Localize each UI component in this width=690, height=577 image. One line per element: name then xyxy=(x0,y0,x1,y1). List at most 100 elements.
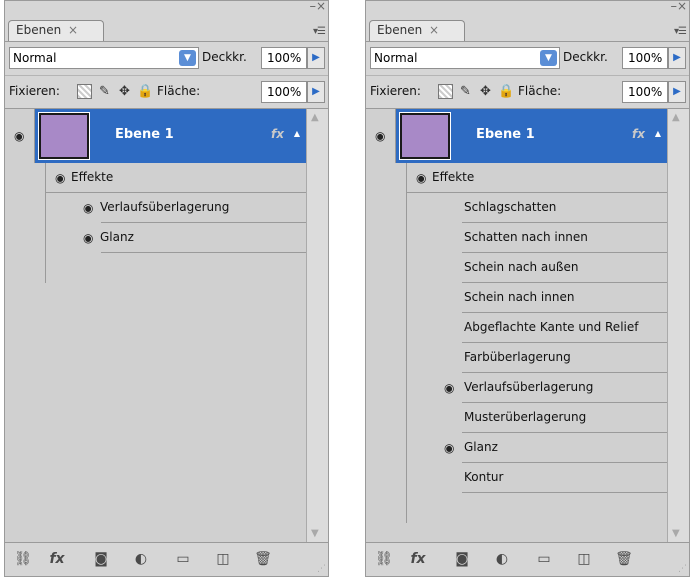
fx-icon[interactable]: fx xyxy=(271,127,284,141)
eye-icon[interactable]: ◉ xyxy=(444,441,454,455)
layer-name: Ebene 1 xyxy=(476,127,535,142)
eye-icon[interactable]: ◉ xyxy=(83,231,93,245)
eye-icon: ◉ xyxy=(14,129,25,143)
chevron-down-icon[interactable]: ▼ xyxy=(540,50,557,66)
layers-scrollbar[interactable]: ▲ ▼ xyxy=(306,108,328,542)
new-layer-icon[interactable]: ◫ xyxy=(574,551,594,567)
eye-icon[interactable]: ◉ xyxy=(83,201,93,215)
effect-row[interactable]: Schein nach außen xyxy=(366,253,667,283)
effect-row[interactable]: ◉ Glanz xyxy=(366,433,667,463)
blend-mode-value: Normal xyxy=(374,51,418,65)
tab-ebenen[interactable]: Ebenen × xyxy=(8,20,104,42)
fill-value: 100% xyxy=(267,85,302,99)
layer-row-ebene-1[interactable]: ◉ Ebene 1 fx ▲ xyxy=(5,109,306,163)
effects-header-row[interactable]: ◉ Effekte xyxy=(366,163,667,193)
lock-all-icon[interactable]: 🔒 xyxy=(498,84,514,99)
adjustment-layer-icon[interactable]: ◐ xyxy=(492,551,512,567)
chevron-down-icon[interactable]: ▼ xyxy=(179,50,196,66)
new-layer-icon[interactable]: ◫ xyxy=(213,551,233,567)
panel-footer: ⛓ fx ◙ ◐ ▭ ◫ 🗑 ⋰ xyxy=(5,542,328,576)
tab-close-icon[interactable]: × xyxy=(68,23,78,37)
adjustment-layer-icon[interactable]: ◐ xyxy=(131,551,151,567)
effect-row[interactable]: ◉ Verlaufsüberlagerung xyxy=(5,193,306,223)
effect-label: Abgeflachte Kante und Relief xyxy=(464,320,639,334)
trash-icon[interactable]: 🗑 xyxy=(614,551,634,567)
effect-label: Farbüberlagerung xyxy=(464,350,571,364)
eye-icon[interactable]: ◉ xyxy=(416,171,426,185)
effect-row[interactable]: Farbüberlagerung xyxy=(366,343,667,373)
resize-grip-icon[interactable]: ⋰ xyxy=(317,564,326,574)
link-layers-icon[interactable]: ⛓ xyxy=(374,551,394,567)
fill-input[interactable]: 100% xyxy=(261,81,307,103)
effects-header-row[interactable]: ◉ Effekte xyxy=(5,163,306,193)
expand-effects-icon[interactable]: ▲ xyxy=(294,129,300,138)
panel-menu-icon[interactable]: ▾☰ xyxy=(313,26,326,37)
close-icon[interactable]: × xyxy=(316,1,326,13)
new-group-icon[interactable]: ▭ xyxy=(534,551,554,567)
lock-transparency-icon[interactable] xyxy=(438,84,453,99)
trash-icon[interactable]: 🗑 xyxy=(253,551,273,567)
effect-row[interactable]: Kontur xyxy=(366,463,667,493)
eye-icon[interactable]: ◉ xyxy=(55,171,65,185)
effect-row[interactable]: ◉ Glanz xyxy=(5,223,306,253)
tab-close-icon[interactable]: × xyxy=(429,23,439,37)
eye-icon[interactable]: ◉ xyxy=(444,381,454,395)
fill-input[interactable]: 100% xyxy=(622,81,668,103)
effect-row[interactable]: ◉ Verlaufsüberlagerung xyxy=(366,373,667,403)
opacity-input[interactable]: 100% xyxy=(622,47,668,69)
effect-row[interactable]: Abgeflachte Kante und Relief xyxy=(366,313,667,343)
layer-visibility-toggle[interactable]: ◉ xyxy=(366,109,396,163)
layers-scrollbar[interactable]: ▲ ▼ xyxy=(667,108,689,542)
lock-pixels-icon[interactable]: ✎ xyxy=(97,84,112,99)
blend-mode-select[interactable]: Normal ▼ xyxy=(9,47,199,69)
scroll-up-icon[interactable]: ▲ xyxy=(672,112,680,123)
lock-fill-row: Fixieren: ✎ ✥ 🔒 Fläche: 100% ▶ xyxy=(5,75,328,107)
effects-label: Effekte xyxy=(71,170,114,184)
expand-effects-icon[interactable]: ▲ xyxy=(655,129,661,138)
lock-label: Fixieren: xyxy=(370,84,421,98)
layer-row-ebene-1[interactable]: ◉ Ebene 1 fx ▲ xyxy=(366,109,667,163)
new-group-icon[interactable]: ▭ xyxy=(173,551,193,567)
opacity-label: Deckkr. xyxy=(202,50,247,64)
opacity-slider-arrow-icon[interactable]: ▶ xyxy=(668,47,686,69)
layers-list: ◉ Ebene 1 fx ▲ ◉ Effekte ◉ Verlaufsüberl… xyxy=(5,108,306,542)
effect-row[interactable]: Musterüberlagerung xyxy=(366,403,667,433)
layers-panel-left: Ebenen × – × ▾☰ Normal ▼ Deckkr. 100% ▶ … xyxy=(4,0,329,577)
resize-grip-icon[interactable]: ⋰ xyxy=(678,564,687,574)
fill-slider-arrow-icon[interactable]: ▶ xyxy=(307,81,325,103)
eye-icon: ◉ xyxy=(375,129,386,143)
lock-position-icon[interactable]: ✥ xyxy=(117,84,132,99)
fill-label: Fläche: xyxy=(157,84,201,98)
fx-icon[interactable]: fx xyxy=(632,127,645,141)
lock-transparency-icon[interactable] xyxy=(77,84,92,99)
tab-ebenen[interactable]: Ebenen × xyxy=(369,20,465,42)
opacity-input[interactable]: 100% xyxy=(261,47,307,69)
fx-icon[interactable]: fx xyxy=(408,551,428,567)
effect-row[interactable]: Schlagschatten xyxy=(366,193,667,223)
effect-label: Schatten nach innen xyxy=(464,230,588,244)
layer-mask-icon[interactable]: ◙ xyxy=(91,551,111,567)
blend-mode-select[interactable]: Normal ▼ xyxy=(370,47,560,69)
layer-visibility-toggle[interactable]: ◉ xyxy=(5,109,35,163)
panel-menu-icon[interactable]: ▾☰ xyxy=(674,26,687,37)
lock-all-icon[interactable]: 🔒 xyxy=(137,84,153,99)
opacity-label: Deckkr. xyxy=(563,50,608,64)
effect-row[interactable]: Schatten nach innen xyxy=(366,223,667,253)
layer-mask-icon[interactable]: ◙ xyxy=(452,551,472,567)
fx-icon[interactable]: fx xyxy=(47,551,67,567)
scroll-down-icon[interactable]: ▼ xyxy=(311,528,319,539)
opacity-slider-arrow-icon[interactable]: ▶ xyxy=(307,47,325,69)
layer-thumbnail xyxy=(38,112,90,160)
effect-label: Schein nach außen xyxy=(464,260,579,274)
panel-titlebar: Ebenen × – × ▾☰ xyxy=(366,1,689,42)
effect-row[interactable]: Schein nach innen xyxy=(366,283,667,313)
scroll-up-icon[interactable]: ▲ xyxy=(311,112,319,123)
close-icon[interactable]: × xyxy=(677,1,687,13)
lock-position-icon[interactable]: ✥ xyxy=(478,84,493,99)
link-layers-icon[interactable]: ⛓ xyxy=(13,551,33,567)
scroll-down-icon[interactable]: ▼ xyxy=(672,528,680,539)
fill-slider-arrow-icon[interactable]: ▶ xyxy=(668,81,686,103)
lock-pixels-icon[interactable]: ✎ xyxy=(458,84,473,99)
fill-label: Fläche: xyxy=(518,84,562,98)
effect-label: Glanz xyxy=(464,440,498,454)
